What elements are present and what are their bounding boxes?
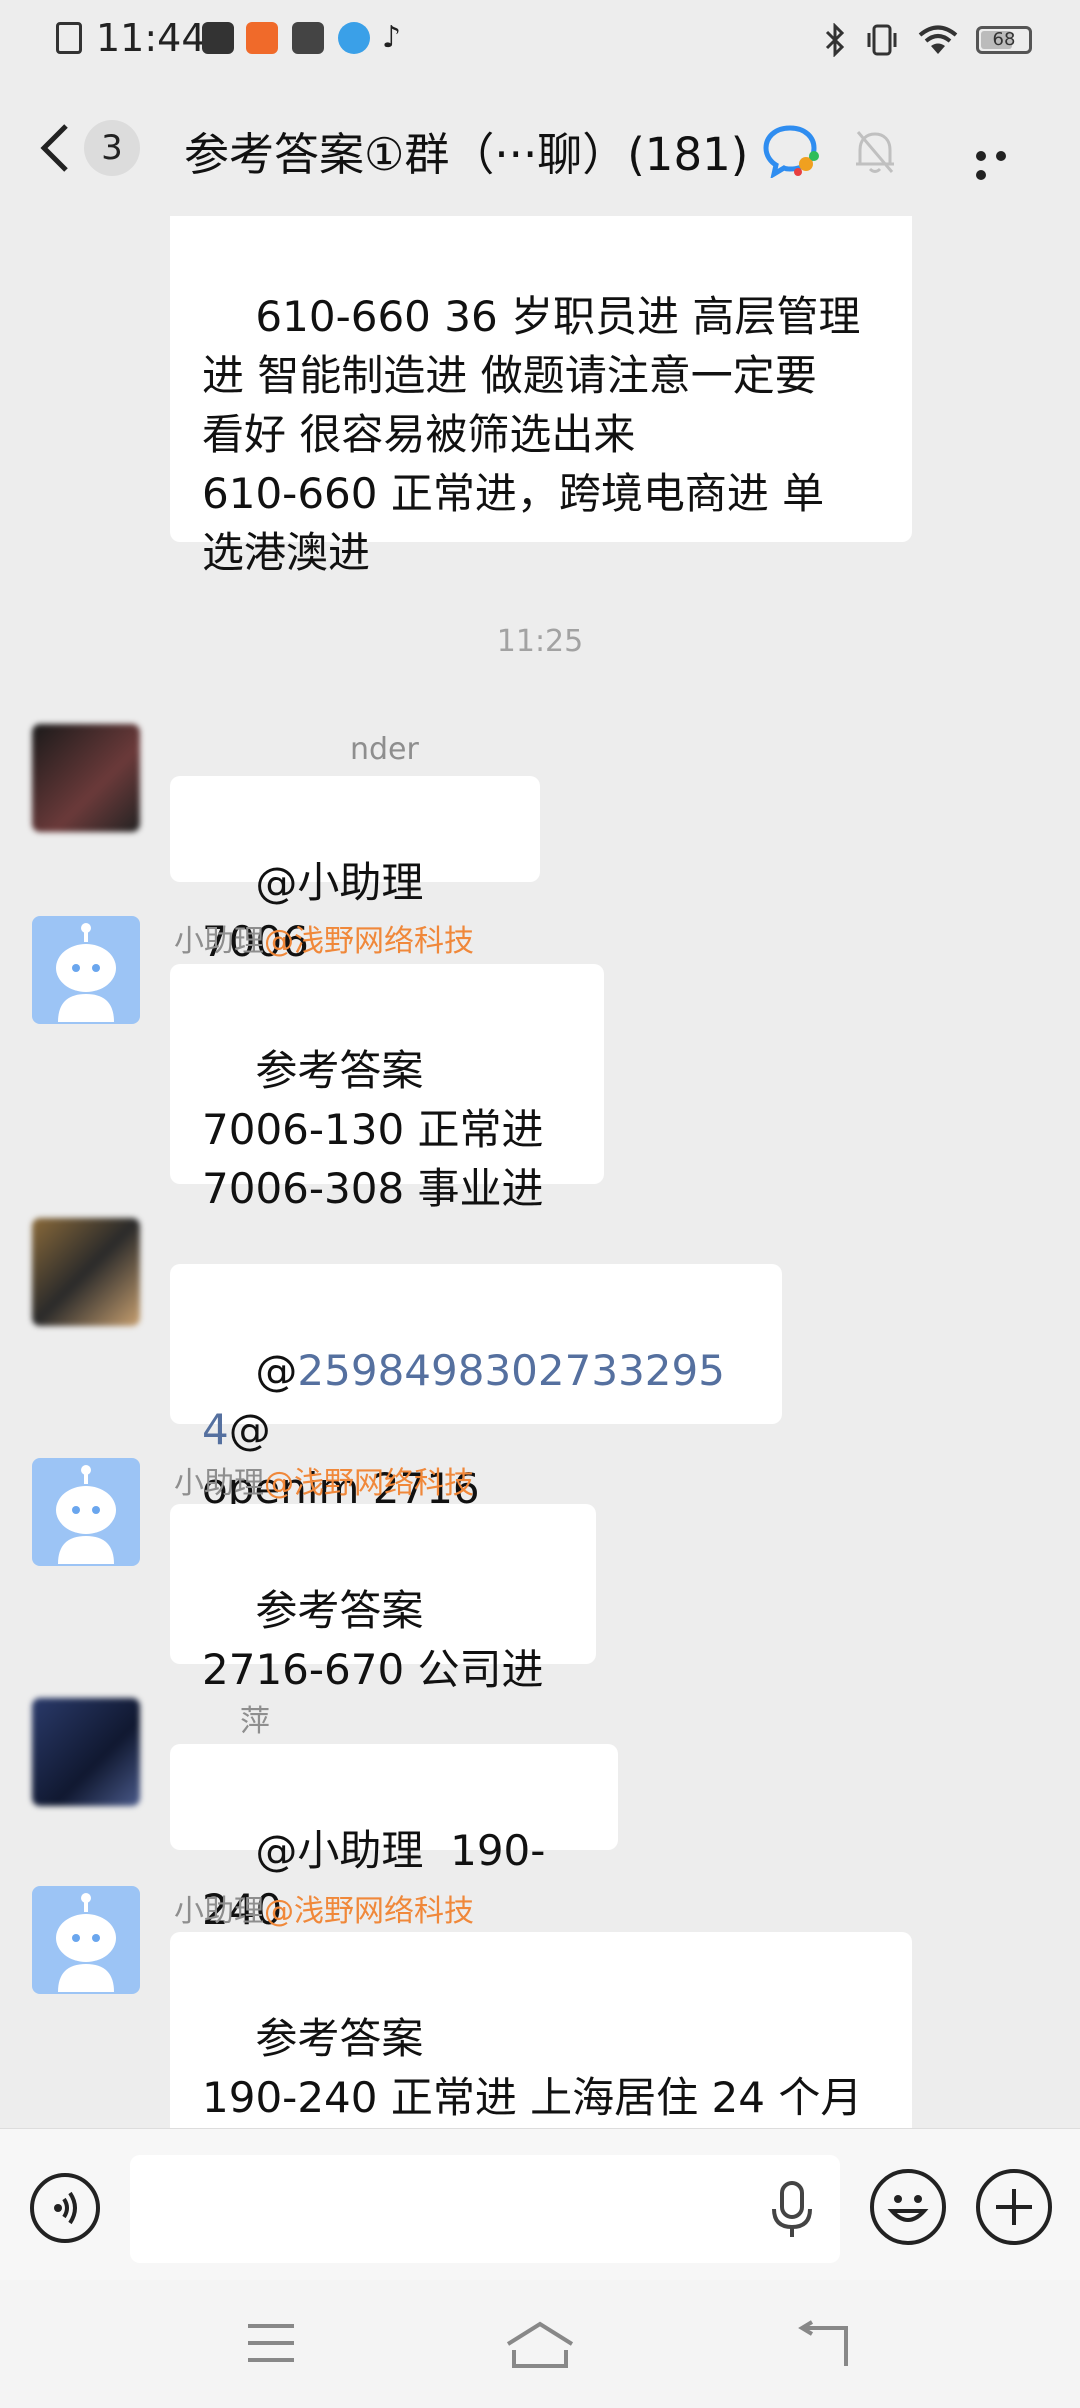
- vibrate-icon: [867, 24, 897, 56]
- microphone-icon[interactable]: [762, 2169, 822, 2249]
- message-text: 610-660 36 岁职员进 高层管理 进 智能制造进 做题请注意一定要 看好…: [202, 292, 861, 577]
- bot-avatar[interactable]: [32, 916, 140, 1024]
- message-input[interactable]: [130, 2155, 840, 2263]
- mention-at: @: [255, 1346, 298, 1395]
- message-bubble[interactable]: 610-660 36 岁职员进 高层管理 进 智能制造进 做题请注意一定要 看好…: [170, 216, 912, 577]
- status-right-group: 68: [824, 20, 1032, 60]
- bluetooth-icon: [825, 23, 845, 57]
- message-bubble[interactable]: @小助理 190-240: [170, 1744, 618, 1934]
- avatar[interactable]: [32, 1218, 140, 1326]
- group-chat-icon[interactable]: [762, 122, 822, 178]
- battery-icon: 68: [976, 26, 1032, 54]
- return-icon[interactable]: [794, 2320, 850, 2370]
- orange-app-icon: [246, 22, 278, 54]
- video-app-icon: [202, 22, 234, 54]
- sender-name: 萍: [240, 1704, 270, 1739]
- chat-title[interactable]: 参考答案①群（···聊）(181): [184, 118, 748, 183]
- more-icon[interactable]: [976, 146, 1032, 180]
- back-icon[interactable]: [38, 122, 70, 174]
- bot-avatar[interactable]: [32, 1458, 140, 1566]
- message-bubble[interactable]: 参考答案 2716-670 公司进: [170, 1504, 596, 1694]
- avatar[interactable]: [32, 1698, 140, 1806]
- message-bubble[interactable]: @2598498302733295​4@ openim 2716: [170, 1264, 782, 1513]
- bot-avatar[interactable]: [32, 1886, 140, 1994]
- message-bubble[interactable]: 参考答案 190-240 正常进 上海居住 24 个月 以上: [170, 1932, 912, 2128]
- unread-count-badge[interactable]: 3: [84, 120, 140, 176]
- message-bubble[interactable]: @小助理 7006: [170, 776, 540, 966]
- input-bar: [0, 2128, 1080, 2281]
- avatar[interactable]: [32, 724, 140, 832]
- home-icon[interactable]: [504, 2320, 576, 2370]
- message-bubble[interactable]: 参考答案 7006-130 正常进 7006-308 事业进: [170, 964, 604, 1213]
- penguin-app-icon: [338, 22, 370, 54]
- status-time: 11:44: [96, 16, 206, 60]
- robot-icon: [56, 923, 116, 1022]
- voice-waves-icon: [54, 2191, 77, 2225]
- sim-icon: [56, 22, 82, 54]
- message-text: 参考答案 7006-130 正常进 7006-308 事业进: [202, 1046, 544, 1213]
- robot-icon: [56, 1893, 116, 1992]
- sender-org: @浅野网络科技: [264, 1894, 474, 1929]
- smile-face-icon: [887, 2195, 929, 2222]
- sender-name: 小助理@浅野网络科技: [174, 924, 474, 959]
- emoji-icon[interactable]: [870, 2169, 946, 2245]
- tiktok-icon: ♪: [382, 20, 402, 55]
- square-app-icon: [292, 22, 324, 54]
- sender-org: @浅野网络科技: [264, 924, 474, 959]
- plus-sign-icon: [996, 2189, 1032, 2225]
- time-separator: 11:25: [496, 624, 584, 659]
- wifi-icon: [918, 25, 958, 54]
- sender-name: 小助理@浅野网络科技: [174, 1466, 474, 1501]
- battery-level: 68: [992, 29, 1016, 50]
- sender-name: nder: [350, 732, 419, 767]
- mute-bell-icon[interactable]: [852, 126, 898, 176]
- message-list[interactable]: 610-660 36 岁职员进 高层管理 进 智能制造进 做题请注意一定要 看好…: [0, 216, 1080, 2128]
- menu-icon[interactable]: [244, 2320, 298, 2366]
- message-text: 参考答案 2716-670 公司进: [202, 1586, 544, 1694]
- system-navigation: [0, 2280, 1080, 2408]
- message-text: 参考答案 190-240 正常进 上海居住 24 个月 以上: [202, 2014, 863, 2122]
- plus-icon[interactable]: [976, 2169, 1052, 2245]
- chat-header: 3 参考答案①群（···聊）(181): [0, 80, 1080, 216]
- status-bar: 11:44 ♪ 68: [0, 0, 1080, 80]
- sender-org: @浅野网络科技: [264, 1466, 474, 1501]
- sender-name: 小助理@浅野网络科技: [174, 1894, 474, 1929]
- voice-icon[interactable]: [30, 2173, 100, 2243]
- robot-icon: [56, 1465, 116, 1564]
